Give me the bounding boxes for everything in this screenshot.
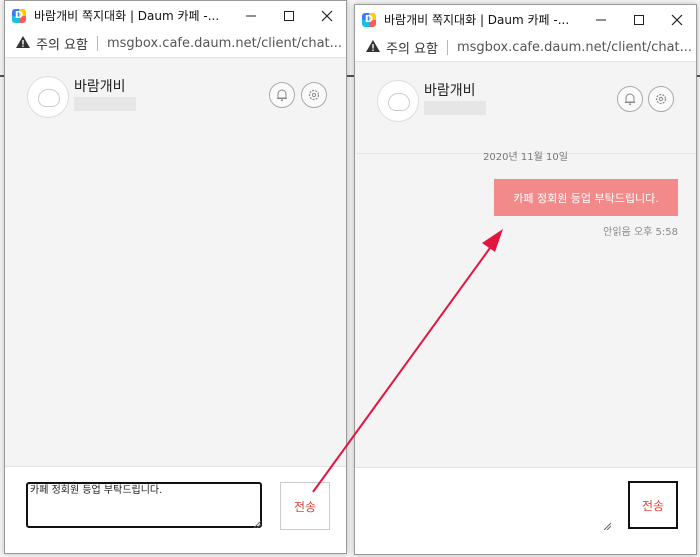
arrow-shaft <box>312 247 491 493</box>
arrow-head <box>482 229 503 252</box>
annotation-arrow <box>312 229 503 493</box>
